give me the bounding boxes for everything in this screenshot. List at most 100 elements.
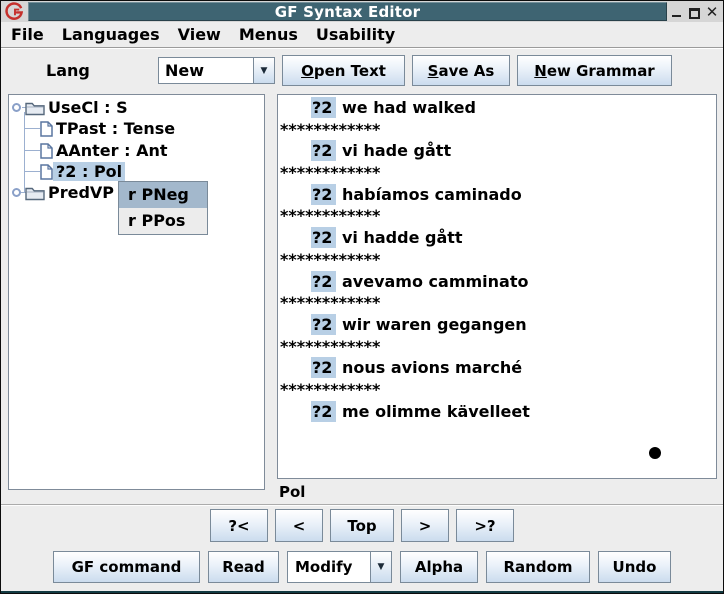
focus-token[interactable]: ?2 [311,401,336,422]
modify-combo-value: Modify [288,552,370,582]
prev-meta-button[interactable]: ?< [210,509,268,542]
output-separator: ************ [278,249,716,271]
title-bar[interactable]: GF Syntax Editor ✕ [1,1,723,22]
output-separator: ************ [278,292,716,314]
save-as-label: Save As [428,62,495,80]
save-as-button[interactable]: Save As [412,55,510,86]
random-button[interactable]: Random [486,551,590,583]
lang-combobox[interactable]: New ▼ [158,57,275,84]
focus-token[interactable]: ?2 [311,314,336,335]
linearization-panel[interactable]: ?2 we had walked************?2 vi hade g… [277,94,717,479]
next-meta-button[interactable]: >? [456,509,514,542]
refinement-popup-menu: r PNeg r PPos [118,181,208,235]
close-icon: ✕ [706,5,719,19]
folder-icon [25,100,45,116]
chevron-down-icon: ▼ [378,562,385,572]
syntax-tree-panel[interactable]: UseCl : S TPast : Tense AAnter : Ant ?2 … [8,94,265,490]
close-button[interactable]: ✕ [705,5,719,19]
document-icon [40,164,53,180]
output-sentence[interactable]: ?2 nous avions marché [278,357,716,379]
tree-connector-line [24,128,40,129]
popup-item-ppos[interactable]: r PPos [119,208,207,234]
output-sentence[interactable]: ?2 habíamos caminado [278,184,716,206]
output-sentence[interactable]: ?2 avevamo camminato [278,271,716,293]
document-icon [40,121,53,137]
tree-node-label: AAnter : Ant [53,141,171,160]
chevron-down-icon: ▼ [261,66,268,76]
top-button[interactable]: Top [330,509,394,542]
tree-connector-line [24,171,40,172]
output-separator: ************ [278,336,716,358]
read-button[interactable]: Read [208,551,279,583]
menu-bar: File Languages View Menus Usability [1,22,723,48]
tree-node-tpast[interactable]: TPast : Tense [40,118,178,139]
title-strip[interactable]: GF Syntax Editor [28,2,667,21]
tree-node-meta-pol[interactable]: ?2 : Pol [40,161,125,182]
tree-node-predvp[interactable]: PredVP [12,182,117,203]
bottom-separator [1,504,723,506]
tree-node-label: UseCl : S [45,98,131,117]
focus-token[interactable]: ?2 [311,140,336,161]
window-controls: ✕ [667,5,723,19]
tree-connector-line [24,112,25,193]
tree-connector-line [24,150,40,151]
focused-category-label: Pol [279,483,305,501]
new-grammar-button[interactable]: New Grammar [517,55,672,86]
menu-menus[interactable]: Menus [239,25,307,44]
gf-logo-icon [1,1,28,22]
minimize-button[interactable] [669,5,683,19]
maximize-button[interactable] [687,5,701,19]
alpha-button[interactable]: Alpha [400,551,478,583]
output-separator: ************ [278,162,716,184]
output-separator: ************ [278,119,716,141]
modify-combo-arrow-button[interactable]: ▼ [370,552,391,582]
new-grammar-label: New Grammar [534,62,654,80]
tree-node-label: PredVP [45,183,117,202]
menu-languages[interactable]: Languages [62,25,169,44]
gf-syntax-editor-window: GF Syntax Editor ✕ File Languages View M… [0,0,724,594]
output-sentence[interactable]: ?2 wir waren gegangen [278,314,716,336]
tree-node-usecl[interactable]: UseCl : S [12,97,131,118]
tree-node-label-selected: ?2 : Pol [53,162,125,181]
menu-file[interactable]: File [11,25,53,44]
output-lines: ?2 we had walked************?2 vi hade g… [278,97,716,422]
gf-command-button[interactable]: GF command [53,551,200,583]
menu-view[interactable]: View [178,25,230,44]
prev-button[interactable]: < [275,509,323,542]
tree-expanded-handle-icon[interactable] [12,103,21,112]
output-sentence[interactable]: ?2 we had walked [278,97,716,119]
modify-combobox[interactable]: Modify ▼ [287,551,392,583]
output-separator: ************ [278,379,716,401]
maximize-icon [689,8,700,19]
focus-token[interactable]: ?2 [311,271,336,292]
folder-icon [25,185,45,201]
output-sentence[interactable]: ?2 vi hade gått [278,140,716,162]
undo-button[interactable]: Undo [598,551,671,583]
tree-node-label: TPast : Tense [53,119,178,138]
tree-node-aanter[interactable]: AAnter : Ant [40,140,171,161]
lang-combo-value: New [159,58,253,83]
popup-item-pneg[interactable]: r PNeg [119,182,207,208]
focus-token[interactable]: ?2 [311,227,336,248]
document-icon [40,143,53,159]
lang-label: Lang [46,61,90,80]
menu-usability[interactable]: Usability [316,25,404,44]
toolbar: Lang New ▼ Open Text Save As New Grammar [1,50,723,91]
output-separator: ************ [278,205,716,227]
lang-combo-arrow-button[interactable]: ▼ [253,58,274,83]
open-text-button[interactable]: Open Text [282,55,405,86]
focus-token[interactable]: ?2 [311,97,336,118]
focus-token[interactable]: ?2 [311,357,336,378]
output-sentence[interactable]: ?2 me olimme kävelleet [278,401,716,423]
output-sentence[interactable]: ?2 vi hadde gått [278,227,716,249]
navigation-row: ?< < Top > >? [0,509,724,542]
status-strip: Pol [277,481,717,503]
next-button[interactable]: > [401,509,449,542]
command-row: GF command Read Modify ▼ Alpha Random Un… [0,551,724,583]
window-title: GF Syntax Editor [275,3,420,21]
open-text-label: Open Text [301,62,386,80]
focus-token[interactable]: ?2 [311,184,336,205]
bullet-dot [649,447,661,459]
minimize-icon [672,15,681,17]
tree-collapsed-handle-icon[interactable] [12,188,21,197]
